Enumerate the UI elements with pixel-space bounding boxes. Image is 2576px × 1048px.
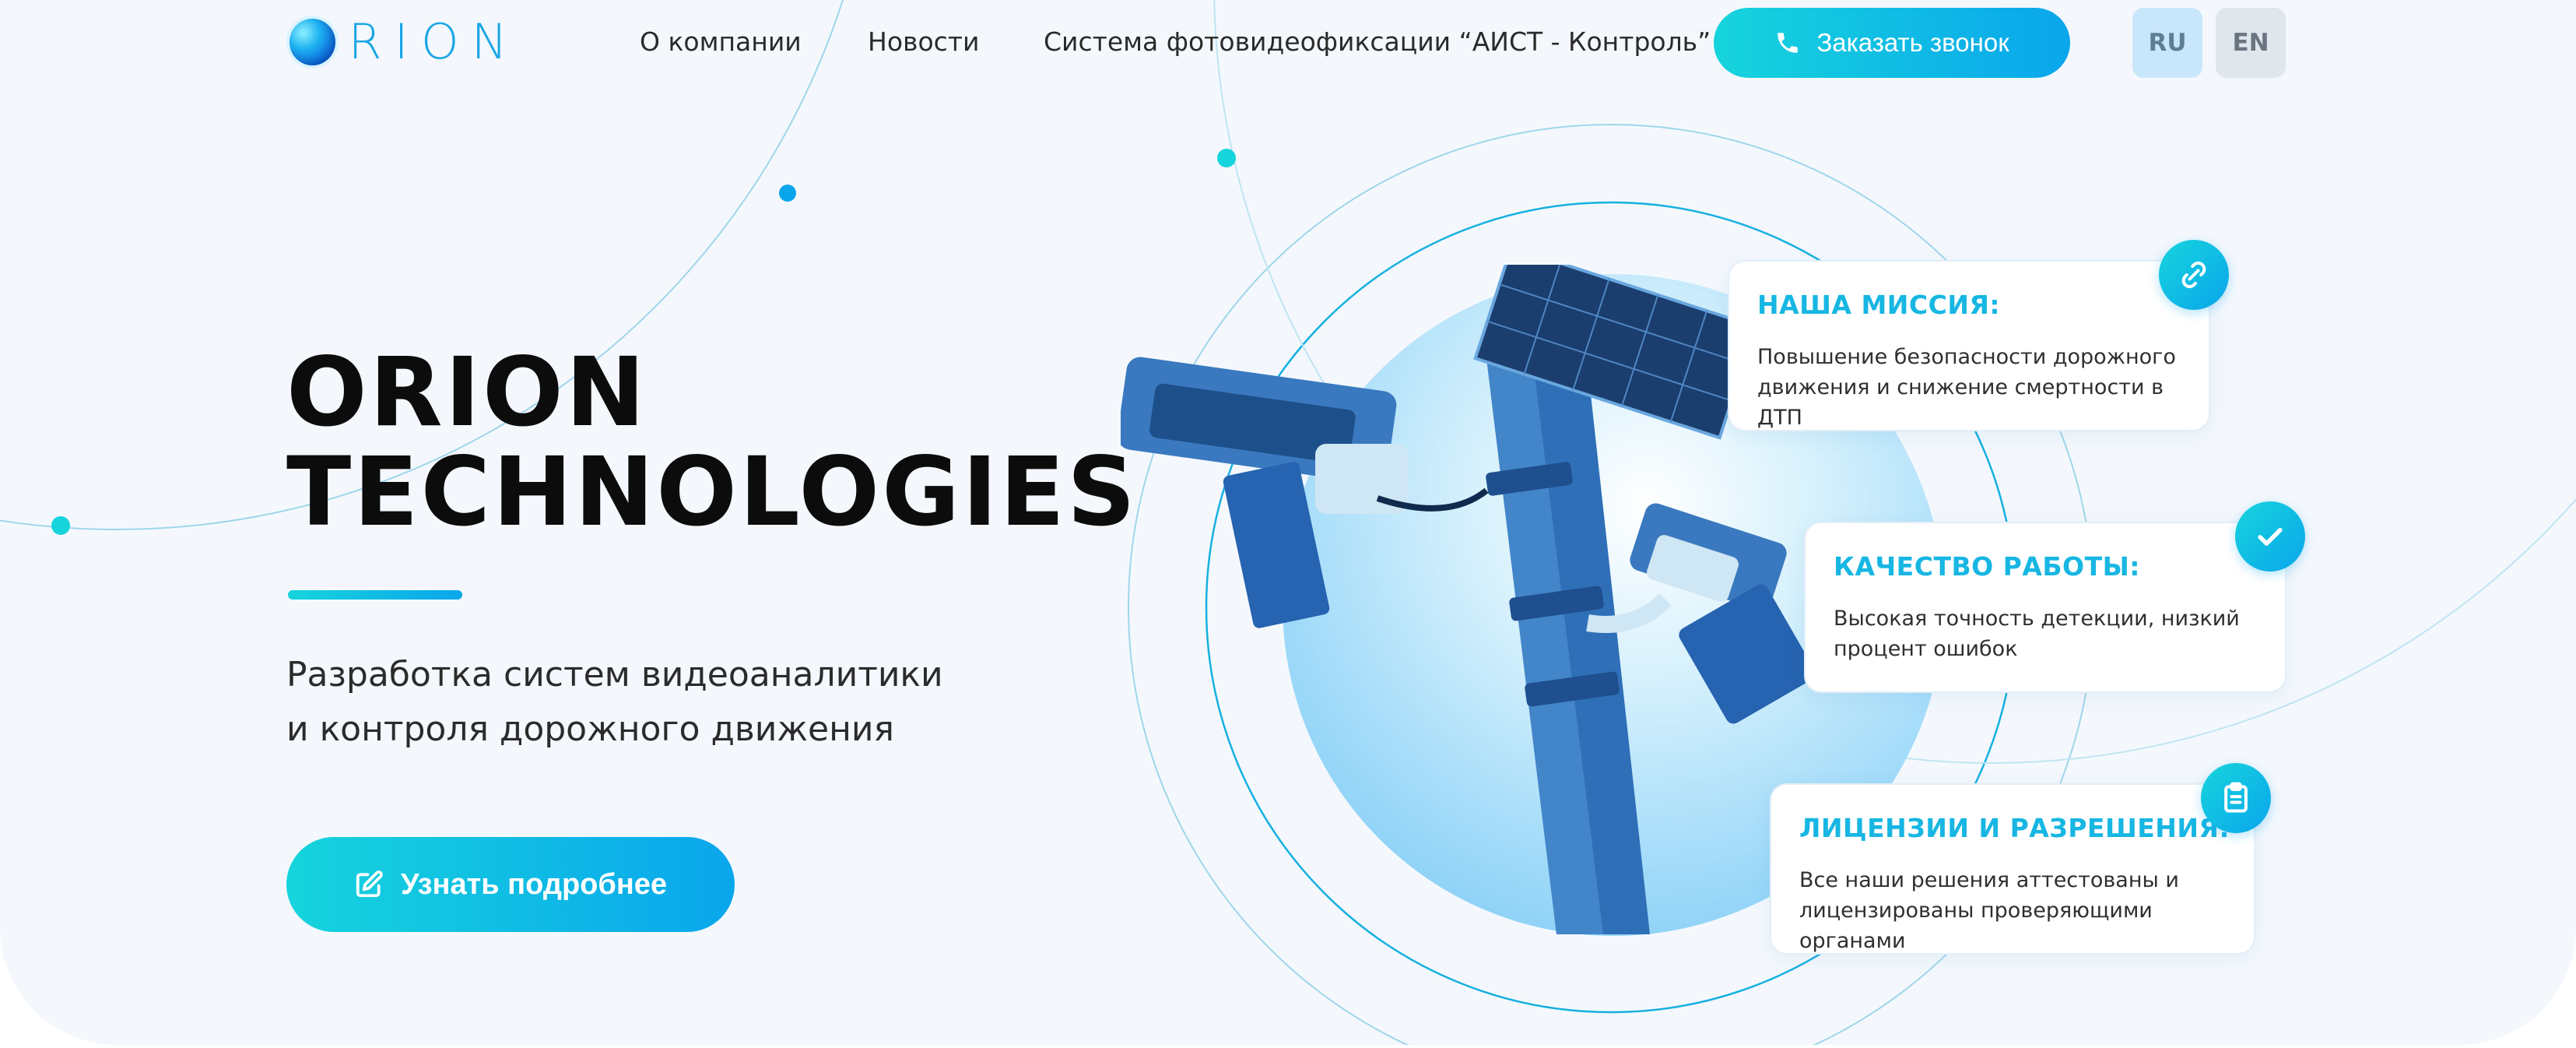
clipboard-icon-badge: [2201, 763, 2271, 833]
orbit-dot: [51, 516, 70, 535]
check-icon: [2258, 528, 2283, 546]
phone-icon: [1778, 33, 1799, 53]
page-background: RION О компании Новости Система фотовиде…: [0, 0, 2576, 1045]
logo-text: RION: [348, 13, 520, 70]
licenses-card-text: Все наши решения аттестованы и лицензиро…: [1799, 868, 2179, 953]
learn-more-button[interactable]: Узнать подробнее: [286, 837, 735, 932]
call-request-button[interactable]: Заказать звонок: [1714, 8, 2070, 78]
lang-ru-button[interactable]: RU: [2132, 8, 2202, 78]
logo-orb-icon: [286, 16, 339, 69]
call-request-label: Заказать звонок: [1816, 28, 2009, 57]
quality-card: КАЧЕСТВО РАБОТЫ: Высокая точность детекц…: [1804, 522, 2286, 693]
hero-title-line2: TECHNOLOGIES: [286, 437, 1138, 547]
hero-subtitle: Разработка систем видеоаналитики и контр…: [286, 648, 987, 757]
licenses-card: ЛИЦЕНЗИИ И РАЗРЕШЕНИЯ: Все наши решения …: [1770, 783, 2255, 955]
quality-card-text: Высокая точность детекции, низкий процен…: [1834, 607, 2240, 661]
link-icon-badge: [2159, 240, 2229, 310]
orbit-dot: [1217, 149, 1236, 167]
hero-title-line1: ORION: [286, 337, 648, 448]
edit-icon: [356, 870, 383, 898]
clipboard-icon: [2224, 782, 2248, 813]
lang-en-button[interactable]: EN: [2216, 8, 2286, 78]
link-icon: [2181, 261, 2206, 289]
hero-subtitle-line1: Разработка систем видеоаналитики: [286, 655, 943, 695]
mission-card: НАША МИССИЯ: Повышение безопасности доро…: [1728, 260, 2210, 431]
mission-card-title: НАША МИССИЯ:: [1757, 290, 2001, 320]
title-underline-divider: [288, 590, 462, 600]
nav-news[interactable]: Новости: [868, 26, 979, 57]
orbit-dot: [779, 185, 796, 202]
nav-aist-control[interactable]: Система фотовидеофиксации “АИСТ - Контро…: [1044, 26, 1711, 57]
learn-more-label: Узнать подробнее: [400, 867, 668, 901]
hero-title: ORION TECHNOLOGIES: [286, 343, 1138, 542]
hero-subtitle-line2: и контроля дорожного движения: [286, 709, 894, 749]
licenses-card-title: ЛИЦЕНЗИИ И РАЗРЕШЕНИЯ:: [1799, 813, 2230, 843]
quality-card-title: КАЧЕСТВО РАБОТЫ:: [1834, 551, 2140, 582]
orion-logo[interactable]: RION: [286, 14, 520, 70]
mission-card-text: Повышение безопасности дорожного движени…: [1757, 345, 2176, 430]
nav-about[interactable]: О компании: [640, 26, 802, 57]
check-icon-badge: [2235, 501, 2305, 571]
